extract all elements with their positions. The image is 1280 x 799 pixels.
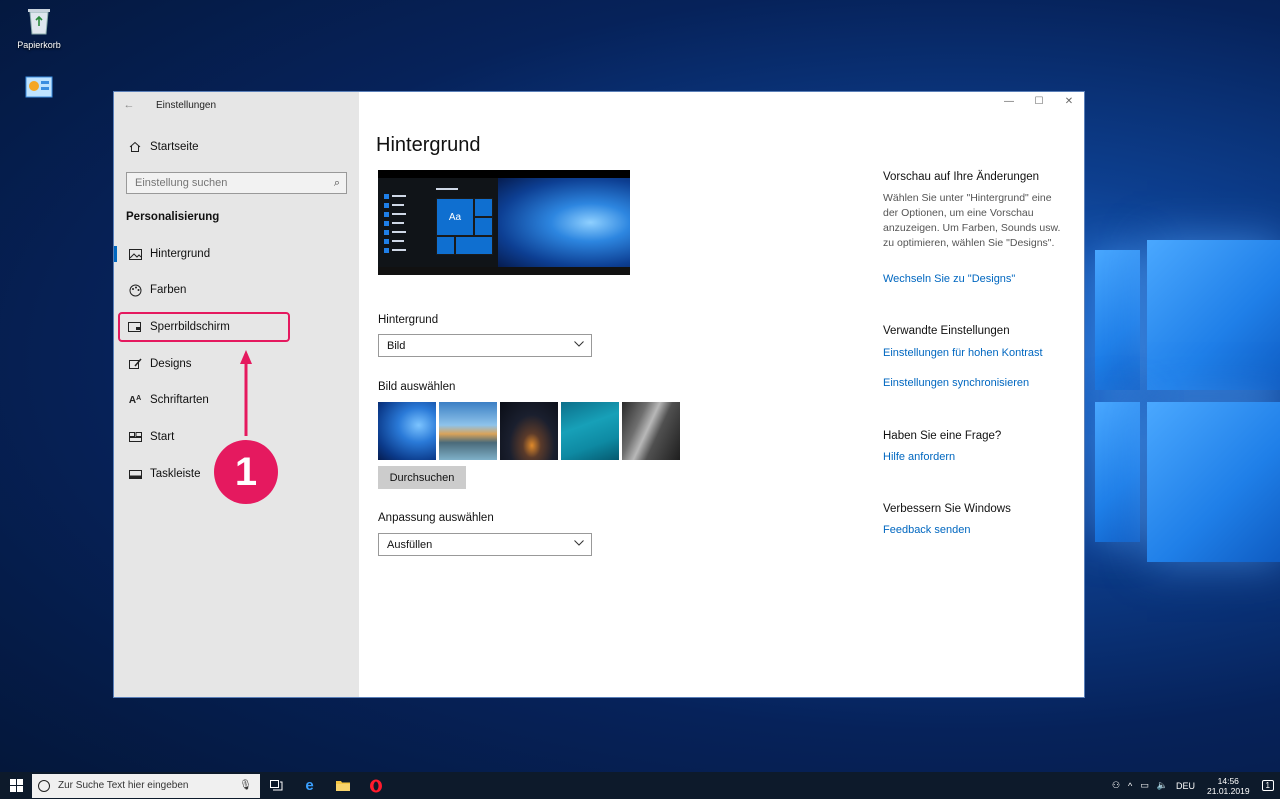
browse-button[interactable]: Durchsuchen (378, 466, 466, 489)
start-icon (124, 432, 146, 442)
thumbnail-underwater[interactable] (561, 402, 619, 460)
clock-time: 14:56 (1217, 775, 1239, 786)
search-input[interactable] (135, 177, 328, 189)
high-contrast-link[interactable]: Einstellungen für hohen Kontrast (883, 347, 1043, 359)
preview-description: Wählen Sie unter "Hintergrund" eine der … (883, 192, 1061, 249)
image-icon (124, 248, 146, 260)
sidebar-item-hintergrund[interactable]: Hintergrund (114, 242, 349, 266)
recycle-bin[interactable]: Papierkorb (4, 6, 74, 50)
sidebar: ← Einstellungen Startseite ⌕ Personalisi… (114, 92, 359, 697)
sidebar-item-label: Schriftarten (150, 394, 209, 406)
language-indicator[interactable]: DEU (1176, 781, 1195, 791)
background-select[interactable]: Bild (378, 334, 592, 357)
microphone-icon[interactable]: 🎙 (239, 780, 252, 791)
window-title: Einstellungen (156, 99, 217, 111)
clock[interactable]: 14:56 21.01.2019 (1207, 776, 1250, 796)
notification-icon[interactable]: 1 (1261, 780, 1274, 791)
sync-settings-link[interactable]: Einstellungen synchronisieren (883, 377, 1029, 389)
taskbar-search-placeholder: Zur Suche Text hier eingeben (58, 780, 189, 791)
sidebar-item-farben[interactable]: Farben (124, 278, 349, 302)
sidebar-item-label: Start (150, 431, 175, 443)
related-settings-heading: Verwandte Einstellungen (883, 325, 1010, 337)
desktop-windows-logo (1085, 240, 1280, 570)
help-link[interactable]: Hilfe anfordern (883, 451, 955, 463)
chevron-down-icon (574, 538, 584, 548)
back-arrow-icon[interactable]: ← (114, 99, 144, 111)
taskbar-search-box[interactable]: Zur Suche Text hier eingeben 🎙 (32, 773, 260, 798)
sidebar-item-label: Farben (150, 284, 187, 296)
thumbnail-beach[interactable] (439, 402, 497, 460)
thumbnail-night-sky[interactable] (500, 402, 558, 460)
taskbar: Zur Suche Text hier eingeben 🎙 e ⚇ ^ ▭ 🔈… (0, 772, 1280, 799)
sidebar-item-label: Hintergrund (150, 248, 211, 260)
clock-date: 21.01.2019 (1207, 785, 1250, 796)
preview-wallpaper (498, 178, 630, 267)
thumbnail-windows[interactable] (378, 402, 436, 460)
annotation-highlight-box (118, 312, 290, 342)
preview-taskbar (378, 267, 630, 275)
background-label: Hintergrund (378, 314, 439, 326)
recycle-bin-label: Papierkorb (17, 40, 61, 50)
edge-icon: e (305, 777, 314, 794)
home-icon (124, 141, 146, 153)
chevron-up-icon[interactable]: ^ (1128, 781, 1132, 791)
windows-logo-icon (9, 779, 23, 792)
image-thumbnails (378, 402, 680, 460)
task-view-icon (270, 780, 283, 791)
background-preview: Aa (378, 170, 630, 275)
sidebar-item-schriftarten[interactable]: AA Schriftarten (124, 388, 349, 412)
designs-link[interactable]: Wechseln Sie zu "Designs" (883, 273, 1015, 285)
improve-heading: Verbessern Sie Windows (883, 503, 1011, 515)
control-panel-icon (25, 76, 53, 98)
annotation-arrow-icon (240, 350, 252, 436)
cortana-icon (38, 779, 50, 792)
explorer-button[interactable] (326, 772, 359, 799)
brush-icon (124, 358, 146, 370)
fit-label: Anpassung auswählen (378, 512, 494, 524)
chevron-down-icon (574, 339, 584, 349)
feedback-link[interactable]: Feedback senden (883, 524, 970, 536)
search-icon[interactable]: ⌕ (328, 177, 346, 190)
settings-window: ← Einstellungen Startseite ⌕ Personalisi… (113, 91, 1085, 698)
annotation-badge: 1 (214, 440, 278, 504)
question-heading: Haben Sie eine Frage? (883, 430, 1002, 442)
palette-icon (124, 284, 146, 297)
maximize-button[interactable]: ☐ (1024, 92, 1054, 114)
section-title: Personalisierung (126, 211, 220, 223)
fit-select[interactable]: Ausfüllen (378, 533, 592, 556)
window-controls: — ☐ ✕ (994, 92, 1084, 114)
network-icon[interactable]: ▭ (1140, 780, 1149, 791)
sidebar-item-label: Startseite (150, 141, 199, 153)
choose-image-label: Bild auswählen (378, 381, 456, 393)
preview-tile: Aa (436, 198, 474, 236)
start-button[interactable] (0, 772, 32, 799)
sidebar-item-designs[interactable]: Designs (124, 352, 349, 376)
font-icon: AA (128, 394, 142, 406)
sidebar-item-home[interactable]: Startseite (124, 135, 349, 159)
preview-heading: Vorschau auf Ihre Änderungen (883, 171, 1040, 183)
sidebar-item-label: Designs (150, 358, 192, 370)
task-view-button[interactable] (260, 772, 293, 799)
preview-start-menu: Aa (378, 178, 498, 267)
volume-icon[interactable]: 🔈 (1157, 780, 1168, 791)
background-select-value: Bild (387, 339, 406, 352)
taskbar-icon (124, 469, 146, 479)
desktop-shortcut[interactable] (4, 76, 74, 104)
thumbnail-rock[interactable] (622, 402, 680, 460)
minimize-button[interactable]: — (994, 92, 1024, 114)
opera-button[interactable] (359, 772, 392, 799)
title-bar: ← Einstellungen (114, 92, 359, 118)
page-title: Hintergrund (376, 134, 481, 156)
edge-button[interactable]: e (293, 772, 326, 799)
system-tray: ⚇ ^ ▭ 🔈 DEU 14:56 21.01.2019 1 (1108, 772, 1280, 799)
main-content: — ☐ ✕ Hintergrund Aa Hintergrund Bild Bi… (359, 92, 1084, 697)
sidebar-item-label: Taskleiste (150, 468, 201, 480)
close-button[interactable]: ✕ (1054, 92, 1084, 114)
settings-search-box[interactable]: ⌕ (126, 172, 347, 194)
folder-icon (335, 781, 350, 791)
recycle-bin-icon (28, 9, 50, 35)
opera-icon (369, 779, 382, 792)
people-icon[interactable]: ⚇ (1112, 780, 1120, 791)
fit-select-value: Ausfüllen (387, 538, 433, 551)
